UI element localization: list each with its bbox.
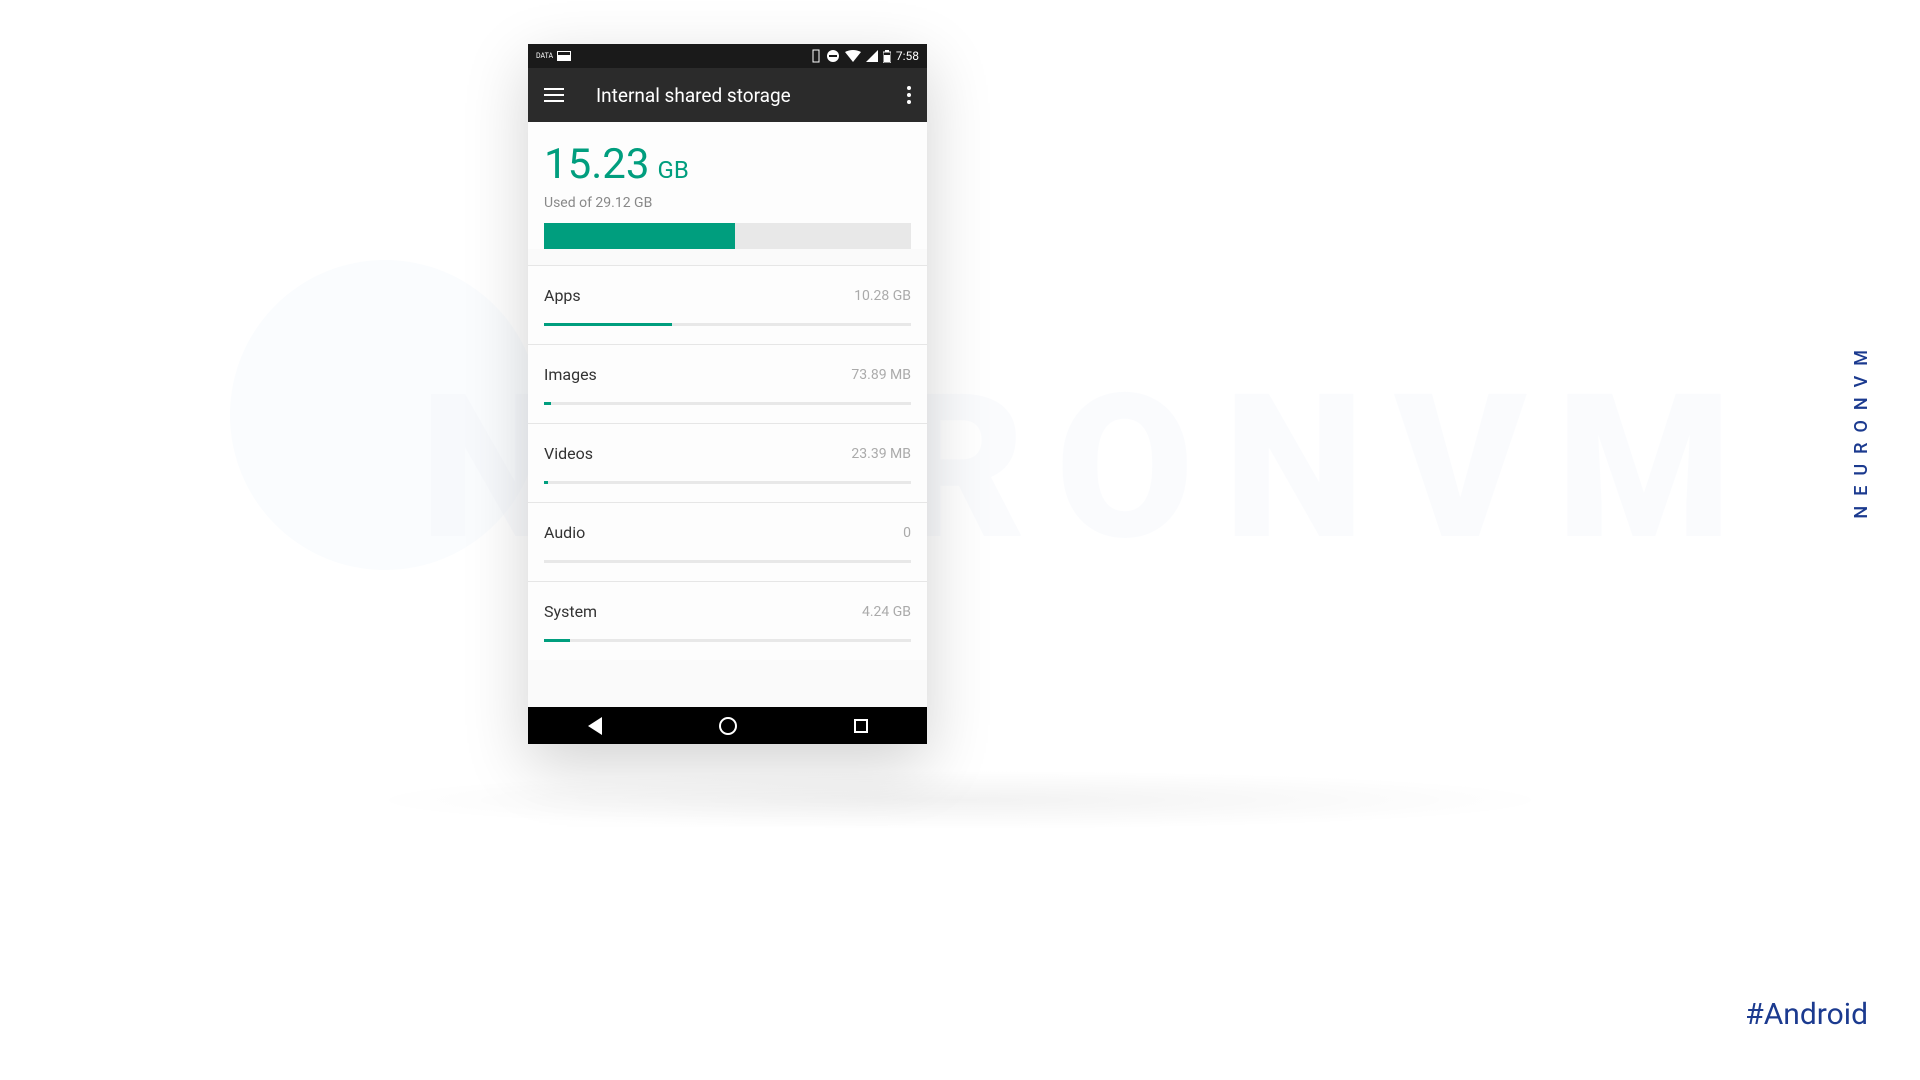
phone-icon (811, 49, 821, 63)
clock-text: 7:58 (896, 49, 919, 63)
recents-button[interactable] (831, 707, 891, 744)
used-subtitle: Used of 29.12 GB (544, 195, 911, 211)
back-icon (588, 717, 602, 735)
category-row[interactable]: Images 73.89 MB (528, 344, 927, 423)
overflow-menu-icon[interactable] (907, 86, 911, 104)
category-name: Images (544, 365, 597, 384)
home-icon (719, 717, 737, 735)
category-name: Apps (544, 286, 581, 305)
used-unit: GB (658, 156, 689, 184)
category-size: 10.28 GB (854, 288, 911, 304)
category-row[interactable]: System 4.24 GB (528, 581, 927, 660)
recents-icon (854, 719, 868, 733)
signal-icon (866, 50, 878, 62)
app-bar: Internal shared storage (528, 68, 927, 122)
side-brand-text: NEURONVM (1851, 340, 1872, 519)
category-size: 23.39 MB (851, 446, 911, 462)
category-bar (544, 481, 911, 484)
category-row[interactable]: Videos 23.39 MB (528, 423, 927, 502)
category-row[interactable]: Apps 10.28 GB (528, 265, 927, 344)
hashtag-text: #Android (1745, 997, 1868, 1032)
data-indicator: DATA (536, 52, 553, 60)
category-size: 4.24 GB (862, 604, 911, 620)
category-bar (544, 323, 911, 326)
category-bar-fill (544, 402, 551, 405)
android-status-bar: DATA 7:58 (528, 44, 927, 68)
category-size: 0 (903, 525, 911, 541)
category-size: 73.89 MB (851, 367, 911, 383)
wifi-icon (845, 50, 861, 62)
category-name: System (544, 602, 597, 621)
category-bar (544, 402, 911, 405)
category-bar-fill (544, 639, 570, 642)
battery-icon (883, 50, 891, 63)
category-name: Videos (544, 444, 593, 463)
category-bar-fill (544, 323, 672, 326)
page-title: Internal shared storage (596, 84, 907, 107)
category-bar (544, 639, 911, 642)
hamburger-icon[interactable] (544, 88, 564, 102)
category-list: Apps 10.28 GB Images 73.89 MB Videos 23.39 MB… (528, 265, 927, 660)
back-button[interactable] (565, 707, 625, 744)
status-left: DATA (536, 51, 571, 61)
category-bar-fill (544, 481, 548, 484)
category-bar (544, 560, 911, 563)
overall-usage-fill (544, 223, 735, 249)
storage-summary: 15.23 GB Used of 29.12 GB (528, 122, 927, 249)
download-icon (557, 51, 571, 61)
overall-usage-bar (544, 223, 911, 249)
dnd-icon (826, 49, 840, 63)
home-button[interactable] (698, 707, 758, 744)
android-nav-bar (528, 707, 927, 744)
used-amount: 15.23 (544, 140, 650, 189)
phone-shadow (360, 770, 1560, 830)
category-row[interactable]: Audio 0 (528, 502, 927, 581)
category-name: Audio (544, 523, 585, 542)
phone-frame: DATA 7:58 Internal shared storage 15.23 … (528, 44, 927, 744)
status-right: 7:58 (811, 49, 919, 63)
